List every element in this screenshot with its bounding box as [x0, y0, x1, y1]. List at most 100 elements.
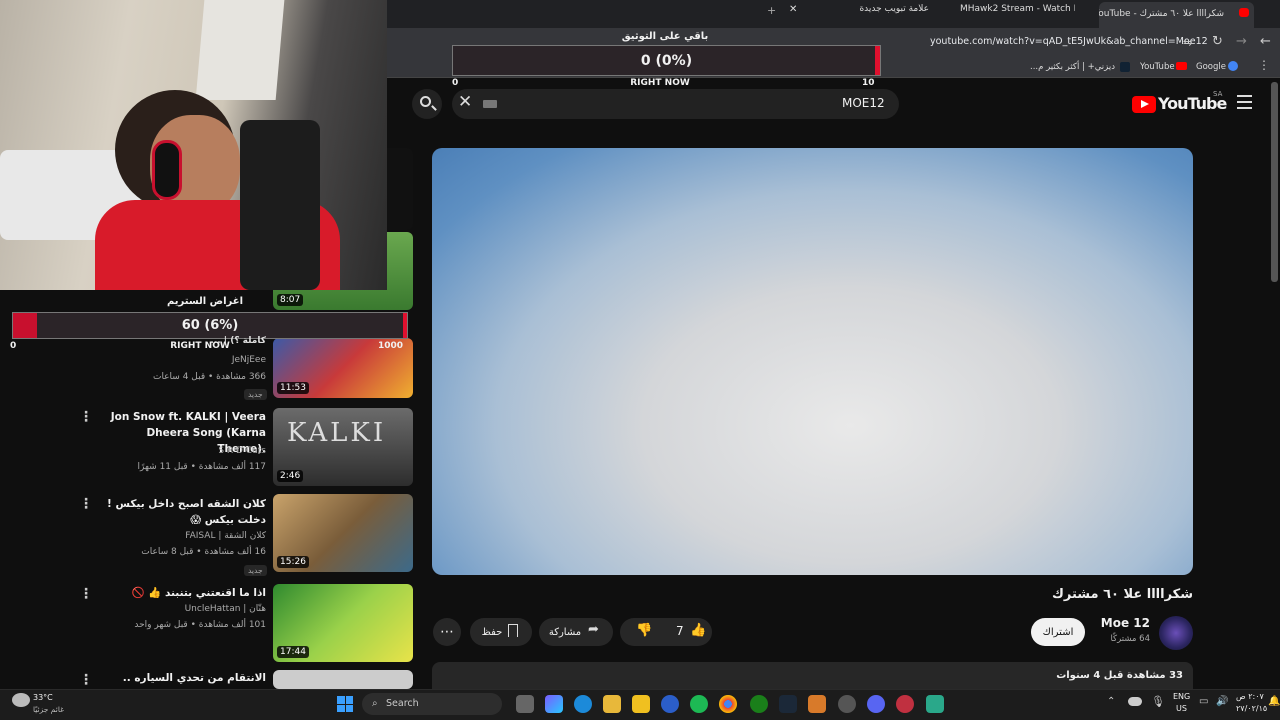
sidebar-title[interactable]: الانتقام من تحدي السياره .. [100, 672, 266, 684]
duration-label: 2:46 [277, 470, 304, 482]
views-date: 33 مشاهدة قبل 4 سنوات [1056, 670, 1183, 681]
dislike-button[interactable]: 👎 [636, 623, 652, 638]
search-input[interactable]: MOE12 [842, 96, 885, 110]
like-button[interactable]: 👍 [690, 623, 706, 638]
sidebar-thumb-4[interactable]: 17:44 [273, 584, 413, 662]
task-view-icon[interactable] [516, 695, 534, 713]
search-box[interactable] [452, 89, 899, 119]
bookmark-google[interactable]: Google [1196, 62, 1226, 72]
gauge-left-min: 0 [10, 341, 17, 351]
duration-label: 15:26 [277, 556, 309, 568]
weather-temp[interactable]: 33°C [33, 693, 53, 702]
video-player[interactable] [432, 148, 1193, 575]
region-indicator[interactable]: US [1176, 704, 1187, 713]
sidebar-title[interactable]: كلان الشقه اصبح داخل بيكس ! دخلت بيكس 😱 [100, 496, 266, 528]
gaming-chair [240, 120, 320, 290]
subscribe-button[interactable]: اشتراك [1031, 618, 1085, 646]
page-scrollbar[interactable] [1271, 82, 1278, 282]
save-icon [508, 624, 518, 637]
keyboard-icon[interactable] [483, 100, 497, 108]
rockstar-icon[interactable] [632, 695, 650, 713]
weather-cloud-icon[interactable] [12, 693, 30, 707]
volume-icon[interactable]: 🔊 [1216, 696, 1228, 707]
sidebar-channel[interactable]: هتّان | UncleHattan [100, 604, 266, 614]
gauge-left-value: 60 (6%) [181, 318, 239, 333]
gauge-top-title: باقي على التوثيق [621, 31, 709, 42]
forward-icon[interactable]: → [1236, 34, 1247, 49]
discord-icon[interactable] [867, 695, 885, 713]
menu-icon[interactable] [1237, 95, 1252, 109]
gauge-left-max: 1000 [378, 341, 404, 351]
tab-youtube-active[interactable]: شكراااا علا ٦٠ مشترك - YouTube [1099, 2, 1254, 28]
search-button[interactable] [412, 89, 442, 119]
bookmarks-folder-icon[interactable]: ⋮ [1258, 58, 1270, 72]
settings-icon[interactable] [838, 695, 856, 713]
sidebar-channel[interactable]: JeNjEee [100, 355, 266, 365]
save-button[interactable]: حفظ [470, 618, 532, 646]
bookmark-youtube[interactable]: YouTube [1140, 62, 1175, 72]
taskbar-search-placeholder: Search [386, 698, 419, 709]
onedrive-icon[interactable] [1128, 697, 1142, 706]
sidebar-thumb-2[interactable]: KALKI 2:46 [273, 408, 413, 486]
clear-search-icon[interactable]: ✕ [458, 92, 472, 112]
sidebar-thumb-3[interactable]: 15:26 [273, 494, 413, 572]
sidebar-meta: 101 ألف مشاهدة • قبل شهر واحد [134, 620, 266, 630]
more-actions-button[interactable]: ⋯ [433, 618, 461, 646]
edge-icon[interactable] [574, 695, 592, 713]
more-options-icon[interactable]: ⋮ [79, 409, 93, 425]
sidebar-channel[interactable]: كلان الشقة | FAISAL [100, 531, 266, 541]
reload-icon[interactable]: ↻ [1212, 34, 1223, 49]
tray-chevron-icon[interactable]: ⌃ [1107, 696, 1115, 707]
app-icon[interactable] [661, 695, 679, 713]
gauge-top-min: 0 [452, 78, 459, 88]
sidebar-channel[interactable]: S R D Cuts [100, 446, 266, 456]
share-button[interactable]: مشاركة [539, 618, 613, 646]
subscriber-count: 64 مشتركًا [1110, 634, 1150, 644]
channel-name[interactable]: Moe 12 [1080, 616, 1150, 630]
language-indicator[interactable]: ENG [1173, 692, 1190, 701]
clock-time[interactable]: ٢:٠٧ ص [1236, 692, 1264, 701]
youtube-favicon-icon [1239, 8, 1249, 17]
clock-date[interactable]: ٢٧/٠٢/١٥ [1236, 704, 1267, 713]
more-options-icon[interactable]: ⋮ [79, 496, 93, 512]
app-icon[interactable] [808, 695, 826, 713]
chrome-icon[interactable] [719, 695, 737, 713]
sidebar-title[interactable]: اذا ما اقنعتني بتنبند 👍 🚫 [100, 586, 267, 599]
spotify-icon[interactable] [690, 695, 708, 713]
bookmark-disney[interactable]: ديزني+ | أكثر بكثير م... [1030, 62, 1115, 72]
gauge-top-value: 0 (0%) [640, 53, 693, 69]
sidebar-title[interactable]: كاملة ؟) | ... [100, 336, 266, 346]
sidebar-meta: 16 ألف مشاهدة • قبل 8 ساعات [141, 547, 266, 557]
back-icon[interactable]: ← [1260, 34, 1271, 49]
close-tab-icon[interactable]: ✕ [789, 4, 797, 24]
notification-icon[interactable]: 🔔 [1268, 696, 1280, 707]
gauge-top-max: 10 [862, 78, 875, 88]
steam-icon[interactable] [779, 695, 797, 713]
tab-new-tab[interactable]: علامة تبويب جديدة [849, 4, 929, 24]
windows-start-icon[interactable] [337, 696, 353, 712]
tab-bar: + ✕ علامة تبويب جديدة MHawk2 Stream - Wa… [387, 0, 1280, 28]
more-options-icon[interactable]: ⋮ [79, 586, 93, 602]
sidebar-thumb-5[interactable] [273, 670, 413, 689]
weather-desc[interactable]: غائم جزئيًا [33, 705, 64, 714]
youtube-logo-icon[interactable] [1132, 96, 1156, 113]
copilot-icon[interactable] [545, 695, 563, 713]
window-frame [195, 0, 285, 100]
url-field[interactable]: youtube.com/watch?v=qAD_tE5JwUk&ab_chann… [930, 36, 1208, 47]
channel-avatar[interactable] [1159, 616, 1193, 650]
file-explorer-icon[interactable] [603, 695, 621, 713]
network-icon[interactable]: ▭ [1199, 696, 1208, 707]
like-count: 7 [676, 624, 684, 638]
more-options-icon[interactable]: ⋮ [79, 672, 93, 688]
app-icon[interactable] [926, 695, 944, 713]
video-title: شكراااا علا ٦٠ مشترك [1051, 587, 1193, 602]
tab-mhawk-stream[interactable]: MHawk2 Stream - Watch Live o [960, 4, 1075, 24]
search-icon [420, 96, 431, 107]
xbox-icon[interactable] [750, 695, 768, 713]
new-tab-button[interactable]: + [767, 4, 776, 24]
microphone-icon[interactable]: 🎙 [1151, 695, 1165, 708]
site-settings-icon[interactable]: ⇋ [1183, 36, 1192, 49]
taskbar-search[interactable] [362, 693, 502, 715]
app-icon[interactable] [896, 695, 914, 713]
region-code: SA [1213, 90, 1223, 98]
